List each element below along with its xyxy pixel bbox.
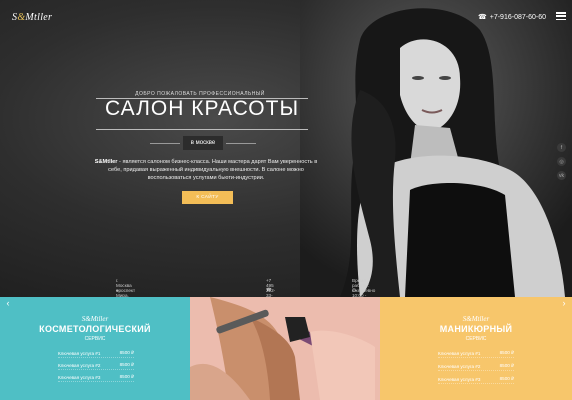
- services-section: S&Mtller КОСМЕТОЛОГИЧЕСКИЙ СЕРВИС Ключев…: [0, 297, 572, 400]
- header-phone[interactable]: ☎ +7-916-087-60-60: [478, 13, 546, 22]
- service-row: Ключевая услуга #1 8500 ₽: [58, 350, 134, 358]
- title-bottom-rule: [96, 129, 308, 130]
- hair-photo-panel: [190, 297, 380, 400]
- logo-text-mtller: Mtller: [25, 12, 53, 23]
- panel-subtitle: СЕРВИС: [465, 336, 487, 342]
- panel-logo: S&Mtller: [81, 315, 109, 323]
- hero-description: S&Mtller - является салоном бизнес-класс…: [90, 158, 322, 182]
- service-row: Ключевая услуга #3 8500 ₽: [58, 374, 134, 382]
- manicure-panel[interactable]: S&Mtller МАНИКЮРНЫЙ СЕРВИС Ключевая услу…: [380, 297, 572, 400]
- info-bar: ⌖г. Москва проспект Мира, 146 ☎+7 495 22…: [116, 277, 376, 298]
- facebook-icon[interactable]: f: [557, 143, 566, 152]
- panel-title: МАНИКЮРНЫЙ: [439, 324, 513, 334]
- city-rule-left: [150, 143, 180, 144]
- service-row: Ключевая услуга #2 8500 ₽: [438, 363, 514, 371]
- city-rule-right: [226, 143, 256, 144]
- city-badge: в москве: [183, 136, 223, 150]
- service-row: Ключевая услуга #3 8500 ₽: [438, 376, 514, 384]
- hero-section: S&Mtller ☎ +7-916-087-60-60 ДОБРО ПОЖАЛО…: [0, 0, 572, 297]
- next-arrow-button[interactable]: ›: [558, 297, 570, 309]
- panel-title: КОСМЕТОЛОГИЧЕСКИЙ: [39, 324, 151, 334]
- site-logo[interactable]: S&Mtller: [12, 12, 52, 23]
- cosmetology-panel[interactable]: S&Mtller КОСМЕТОЛОГИЧЕСКИЙ СЕРВИС Ключев…: [0, 297, 190, 400]
- vk-icon[interactable]: vk: [557, 171, 566, 180]
- hamburger-icon: [556, 12, 566, 14]
- panel-subtitle: СЕРВИС: [84, 336, 106, 342]
- panel-logo: S&Mtller: [462, 315, 490, 323]
- header-phone-number: +7-916-087-60-60: [489, 13, 546, 21]
- prev-arrow-button[interactable]: ‹: [2, 297, 14, 309]
- desc-brand: S&Mtller: [94, 159, 118, 165]
- desc-text: - является салоном бизнес-класса. Наши м…: [108, 159, 318, 181]
- hamburger-menu-button[interactable]: [556, 12, 566, 20]
- hero-photo: [300, 0, 572, 297]
- page: S&Mtller ☎ +7-916-087-60-60 ДОБРО ПОЖАЛО…: [0, 0, 572, 400]
- hero-title: САЛОН КРАСОТЫ: [104, 97, 300, 120]
- phone-icon: ☎: [478, 14, 487, 21]
- service-row: Ключевая услуга #1 8500 ₽: [438, 350, 514, 358]
- hair-styling-photo: [190, 297, 380, 400]
- service-row: Ключевая услуга #2 8500 ₽: [58, 362, 134, 370]
- instagram-icon[interactable]: ◎: [557, 157, 566, 166]
- cta-button[interactable]: К САЙТУ: [182, 191, 233, 204]
